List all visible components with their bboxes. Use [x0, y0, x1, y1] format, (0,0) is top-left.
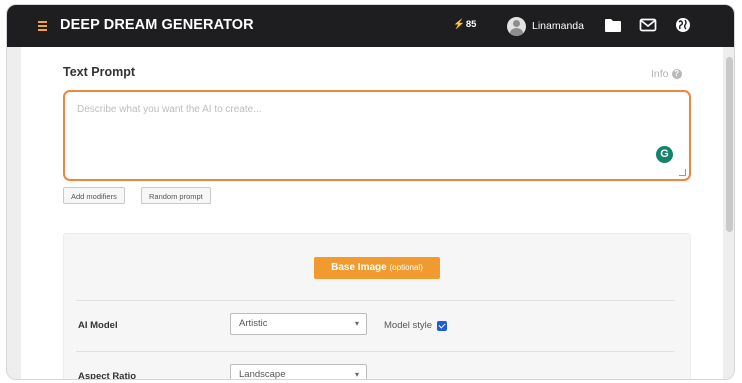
divider	[76, 300, 674, 301]
globe-icon[interactable]	[675, 17, 691, 33]
text-prompt-title: Text Prompt	[63, 65, 135, 79]
text-prompt-input[interactable]: Describe what you want the AI to create.…	[63, 90, 691, 181]
folder-icon[interactable]	[604, 17, 622, 33]
base-image-button[interactable]: Base Image (optional)	[314, 257, 440, 279]
divider	[76, 351, 674, 352]
ai-model-label: AI Model	[78, 320, 118, 331]
mail-icon[interactable]	[639, 17, 657, 33]
add-modifiers-button[interactable]: Add modifiers	[63, 187, 125, 204]
chevron-down-icon: ▾	[354, 319, 359, 328]
scrollbar-thumb[interactable]	[726, 57, 733, 232]
aspect-ratio-label: Aspect Ratio	[78, 371, 137, 380]
grammarly-icon[interactable]: G	[656, 146, 673, 163]
browser-frame: DEEP DREAM GENERATOR ⚡85 Linamanda Text …	[6, 4, 735, 380]
base-image-label: Base Image	[331, 262, 387, 273]
aspect-ratio-value: Landscape	[239, 369, 286, 380]
energy-value: 85	[465, 19, 477, 30]
base-image-optional: (optional)	[389, 263, 423, 272]
ai-model-value: Artistic	[239, 318, 268, 329]
user-menu[interactable]: Linamanda	[507, 15, 584, 37]
brand-logo-text[interactable]: DEEP DREAM GENERATOR	[60, 17, 254, 33]
model-style-checkbox[interactable]	[437, 320, 448, 331]
resize-handle-icon[interactable]	[679, 169, 686, 176]
info-label: Info	[651, 68, 669, 80]
model-style-label: Model style	[384, 320, 433, 331]
username: Linamanda	[532, 20, 584, 32]
top-navigation-bar: DEEP DREAM GENERATOR ⚡85 Linamanda	[7, 5, 734, 47]
chevron-down-icon: ▾	[354, 370, 359, 379]
bolt-icon: ⚡	[453, 19, 465, 30]
ai-model-select[interactable]: Artistic ▾	[230, 313, 367, 335]
energy-counter[interactable]: ⚡85	[453, 19, 476, 30]
random-prompt-button[interactable]: Random prompt	[141, 187, 211, 204]
info-link[interactable]: Info?	[651, 68, 682, 80]
main-content: Text Prompt Info? Describe what you want…	[21, 47, 723, 380]
prompt-placeholder: Describe what you want the AI to create.…	[77, 104, 262, 115]
aspect-ratio-select[interactable]: Landscape ▾	[230, 364, 367, 380]
model-style-option[interactable]: Model style	[384, 320, 448, 331]
scrollbar[interactable]	[723, 47, 734, 379]
avatar	[507, 16, 526, 36]
menu-icon[interactable]	[38, 21, 47, 31]
settings-panel: Base Image (optional) AI Model Artistic …	[63, 233, 691, 380]
info-icon: ?	[671, 69, 682, 79]
